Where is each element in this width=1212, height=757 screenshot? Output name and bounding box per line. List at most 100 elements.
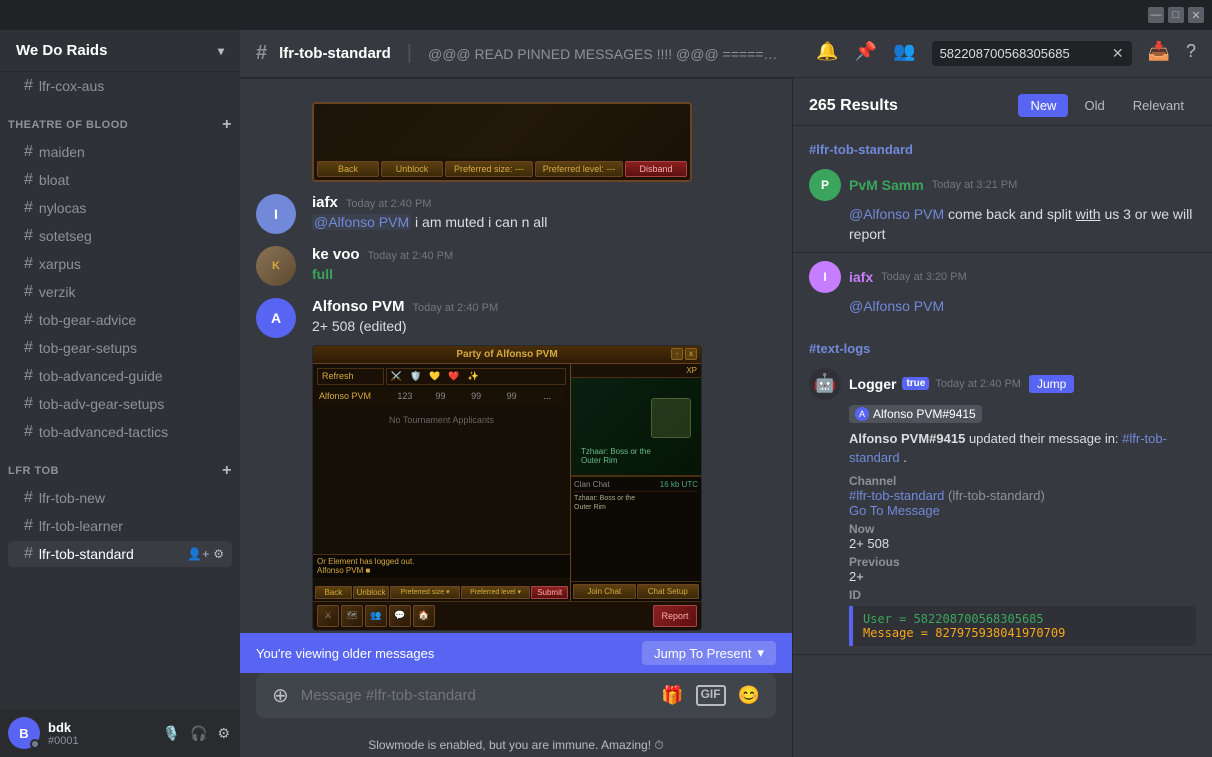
game-screenshot-alphonsopvm: Party of Alfonso PVM - x — [312, 345, 702, 631]
jump-bar: You're viewing older messages Jump To Pr… — [240, 633, 792, 673]
pin-icon[interactable]: 📌 — [855, 41, 877, 66]
gift-icon[interactable]: 🎁 — [661, 685, 683, 706]
search-result-pvmsamm: P PvM Samm Today at 3:21 PM @Alfonso PVM… — [793, 161, 1212, 253]
game-icon-5: 🏠 — [413, 605, 435, 627]
message-group-iafx: I iafx Today at 2:40 PM @Alfonso PVM i a… — [240, 190, 792, 238]
user-discriminator: #0001 — [48, 735, 153, 747]
hash-icon: # — [24, 255, 33, 273]
channel-header-name: lfr-tob-standard — [279, 45, 391, 62]
inbox-icon[interactable]: 📥 — [1148, 41, 1170, 66]
sidebar-item-tob-gear-advice[interactable]: # tob-gear-advice — [8, 307, 232, 333]
search-avatar-iafx: I — [809, 261, 841, 293]
now-field-label: Now — [849, 522, 1196, 536]
search-panel: 265 Results New Old Relevant #lfr-tob-st… — [792, 78, 1212, 757]
sidebar-item-tob-adv-gear-setups[interactable]: # tob-adv-gear-setups — [8, 391, 232, 417]
settings-icon[interactable]: ⚙ — [213, 547, 224, 561]
map-area-indicator — [651, 398, 691, 438]
title-bar: — □ ✕ — [0, 0, 1212, 30]
maximize-button[interactable]: □ — [1168, 7, 1184, 23]
members-icon[interactable]: 👥 — [893, 41, 915, 66]
slowmode-bar: Slowmode is enabled, but you are immune.… — [240, 734, 792, 757]
message-header-iafx: iafx Today at 2:40 PM — [312, 194, 776, 211]
deafen-icon[interactable]: 🎧 — [188, 723, 209, 744]
game-minimize-btn: - — [671, 348, 683, 360]
join-chat-btn: Join Chat — [573, 584, 636, 599]
status-dot — [30, 739, 40, 749]
jump-link[interactable]: Jump — [1029, 375, 1074, 393]
sidebar-item-verzik[interactable]: # verzik — [8, 279, 232, 305]
slowmode-text: Slowmode is enabled, but you are immune.… — [368, 738, 664, 752]
game-bottom-bar: ⚔ 🗺 👥 💬 🏠 Report — [313, 601, 701, 630]
sidebar-item-sotetseg[interactable]: # sotetseg — [8, 223, 232, 249]
search-timestamp-iafx: Today at 3:20 PM — [881, 271, 967, 283]
game-refresh: Refresh — [317, 368, 384, 385]
message-timestamp-alfonsopvm: Today at 2:40 PM — [413, 302, 499, 314]
add-attachment-icon[interactable]: ⊕ — [272, 683, 289, 708]
logger-result-header: 🤖 Logger true Today at 2:40 PM Jump — [809, 368, 1196, 400]
logger-log-text: Alfonso PVM#9415 updated their message i… — [849, 429, 1196, 468]
message-id-line: Message = 827975938041970709 — [863, 626, 1186, 640]
category-lfr-tob: LFR TOB + — [0, 446, 240, 484]
sidebar-item-maiden[interactable]: # maiden — [8, 139, 232, 165]
message-input[interactable] — [301, 687, 649, 704]
user-info: bdk #0001 — [48, 720, 153, 747]
sidebar-item-tob-advanced-tactics[interactable]: # tob-advanced-tactics — [8, 419, 232, 445]
message-timestamp-kevoo: Today at 2:40 PM — [368, 250, 454, 262]
channel-name: sotetseg — [39, 228, 92, 244]
message-input-area: ⊕ 🎁 GIF 😊 — [240, 673, 792, 734]
avatar-alfonsopvm: A — [256, 298, 296, 338]
chevron-down-icon: ▾ — [218, 44, 224, 58]
sidebar-item-lfr-tob-learner[interactable]: # lfr-tob-learner — [8, 513, 232, 539]
message-author-iafx: iafx — [312, 194, 338, 211]
mute-icon[interactable]: 🎙️ — [161, 723, 182, 744]
sidebar-item-lfr-cox-aus[interactable]: # lfr-cox-aus — [8, 73, 232, 99]
emoji-icon[interactable]: 😊 — [738, 685, 760, 706]
search-author-iafx: iafx — [849, 269, 873, 285]
notification-bell-icon[interactable]: 🔔 — [816, 41, 838, 66]
clear-search-icon[interactable]: ✕ — [1112, 45, 1124, 62]
sidebar-item-tob-advanced-guide[interactable]: # tob-advanced-guide — [8, 363, 232, 389]
logger-now-field: Now 2+ 508 — [849, 522, 1196, 551]
channel-name: verzik — [39, 284, 76, 300]
gif-icon[interactable]: GIF — [696, 685, 726, 706]
jump-bar-text: You're viewing older messages — [256, 646, 434, 661]
app-body: We Do Raids ▾ # lfr-cox-aus THEATRE OF B… — [0, 30, 1212, 757]
game-back-btn: Back — [317, 161, 379, 177]
search-msg-text-pvmsamm: @Alfonso PVM come back and split with us… — [809, 205, 1196, 244]
add-channel-icon[interactable]: + — [222, 116, 232, 134]
clan-chat-header: Clan Chat 16 kb UTC — [574, 480, 698, 492]
channel-name: lfr-tob-learner — [39, 518, 123, 534]
game-submit-btn: Submit — [531, 586, 568, 599]
close-button[interactable]: ✕ — [1188, 7, 1204, 23]
jump-to-present-button[interactable]: Jump To Present ▾ — [642, 641, 776, 665]
game-empty-area: No Tournament Applicants — [317, 407, 566, 433]
game-prefsize-btn2: Preferred size ▾ — [390, 586, 459, 599]
search-bar[interactable]: 582208700568305685 ✕ — [932, 41, 1132, 66]
sidebar-item-lfr-tob-new[interactable]: # lfr-tob-new — [8, 485, 232, 511]
go-to-message-link[interactable]: Go To Message — [849, 503, 940, 518]
sidebar-item-nylocas[interactable]: # nylocas — [8, 195, 232, 221]
add-member-icon[interactable]: 👤+ — [187, 547, 209, 561]
minimize-button[interactable]: — — [1148, 7, 1164, 23]
help-icon[interactable]: ? — [1186, 41, 1196, 66]
game-back-btn2: Back — [315, 586, 352, 599]
server-header[interactable]: We Do Raids ▾ — [0, 30, 240, 72]
settings-icon[interactable]: ⚙ — [215, 723, 232, 744]
sort-tab-new[interactable]: New — [1018, 94, 1068, 117]
sort-tab-relevant[interactable]: Relevant — [1121, 94, 1196, 117]
header-divider: | — [407, 42, 412, 65]
sidebar-item-xarpus[interactable]: # xarpus — [8, 251, 232, 277]
sidebar-item-tob-gear-setups[interactable]: # tob-gear-setups — [8, 335, 232, 361]
game-icon-4: 💬 — [389, 605, 411, 627]
message-group-prev: Back Unblock Preferred size: --- Preferr… — [240, 94, 792, 190]
message-header-kevoo: ke voo Today at 2:40 PM — [312, 246, 776, 263]
channel-header: # lfr-tob-standard | @@@ READ PINNED MES… — [240, 30, 1212, 78]
channel-name: lfr-tob-new — [39, 490, 105, 506]
message-body: i am muted i can n all — [415, 214, 547, 230]
server-name: We Do Raids — [16, 42, 107, 59]
sort-tab-old[interactable]: Old — [1072, 94, 1116, 117]
sidebar-item-bloat[interactable]: # bloat — [8, 167, 232, 193]
sidebar-item-lfr-tob-standard[interactable]: # lfr-tob-standard 👤+ ⚙ — [8, 541, 232, 567]
header-icons: 🔔 📌 👥 582208700568305685 ✕ 📥 ? — [816, 41, 1196, 66]
add-channel-icon[interactable]: + — [222, 462, 232, 480]
